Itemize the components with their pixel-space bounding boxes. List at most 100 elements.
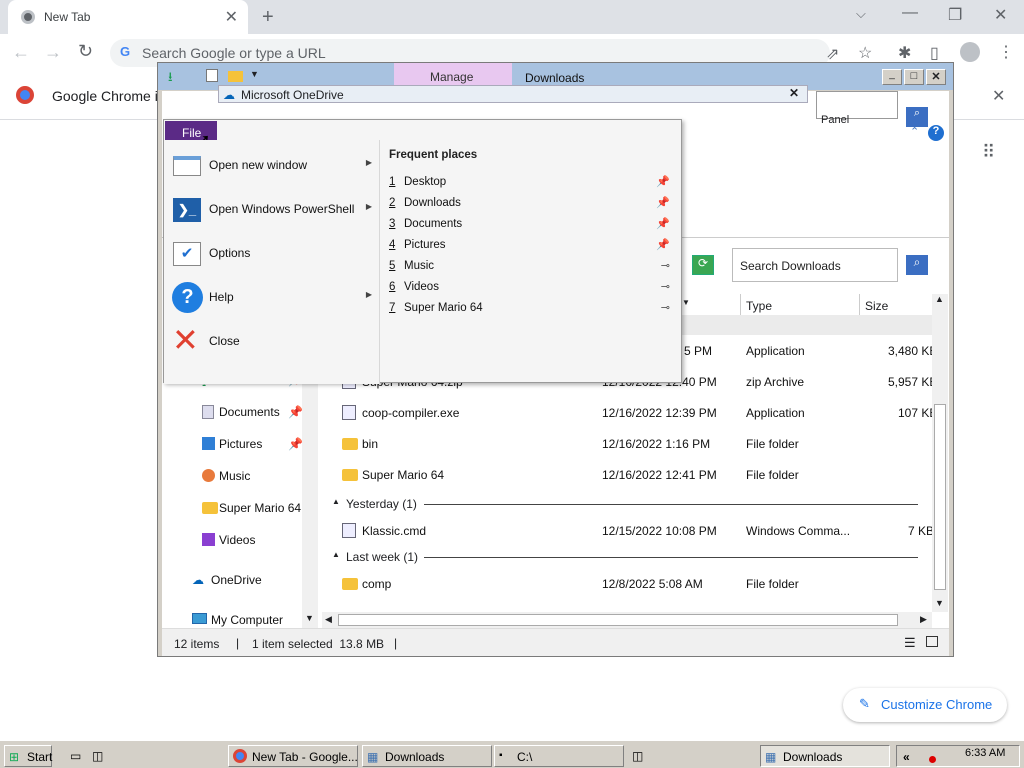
quicklaunch-explorer-icon[interactable]: ◫ bbox=[92, 745, 106, 767]
scroll-thumb[interactable] bbox=[934, 404, 946, 590]
taskbar-small-icon[interactable]: ◫ bbox=[632, 745, 646, 767]
pinned-icon[interactable]: 📌 bbox=[656, 196, 670, 209]
group-header-lastweek[interactable]: ▲ Last week (1) bbox=[332, 549, 926, 567]
frequent-place-downloads[interactable]: 2 Downloads 📌 bbox=[388, 193, 678, 214]
profile-avatar[interactable] bbox=[960, 42, 980, 62]
share-icon[interactable]: ⇗ bbox=[826, 44, 839, 64]
tray-record-icon[interactable] bbox=[929, 756, 936, 763]
pinned-icon[interactable]: 📌 bbox=[656, 238, 670, 251]
explorer-minimize-button[interactable]: _ bbox=[882, 69, 902, 85]
infobar-text: Google Chrome is bbox=[52, 88, 165, 104]
nav-item-music[interactable]: Music bbox=[162, 461, 312, 491]
frequent-place-music[interactable]: 5 Music ⊸ bbox=[388, 256, 678, 277]
unpinned-icon[interactable]: ⊸ bbox=[661, 301, 670, 314]
table-row[interactable]: bin 12/16/2022 1:16 PM File folder bbox=[322, 429, 922, 460]
frequent-place-pictures[interactable]: 4 Pictures 📌 bbox=[388, 235, 678, 256]
new-tab-icon[interactable]: + bbox=[262, 6, 274, 29]
quicklaunch-desktop-icon[interactable]: ▭ bbox=[70, 745, 84, 767]
scroll-thumb[interactable] bbox=[338, 614, 898, 626]
help-icon[interactable]: ? bbox=[928, 125, 944, 141]
nav-item-videos[interactable]: Videos bbox=[162, 525, 312, 555]
apps-grid-icon[interactable]: ⠿ bbox=[982, 142, 995, 163]
sort-arrow-icon[interactable]: ▼ bbox=[682, 298, 690, 307]
table-row[interactable]: Klassic.cmd 12/15/2022 10:08 PM Windows … bbox=[322, 516, 932, 547]
unpinned-icon[interactable]: ⊸ bbox=[661, 259, 670, 272]
taskbar-item-downloads[interactable]: ▦ Downloads bbox=[362, 745, 492, 767]
scroll-down-icon[interactable]: ▼ bbox=[935, 598, 944, 608]
nav-item-onedrive[interactable]: ☁ OneDrive bbox=[162, 565, 312, 595]
menu-item-help[interactable]: ? Help ▶ bbox=[164, 276, 380, 320]
close-window-icon[interactable]: ✕ bbox=[994, 5, 1007, 25]
scroll-up-icon[interactable]: ▲ bbox=[935, 294, 944, 304]
taskbar-item-downloads-active[interactable]: ▦ Downloads bbox=[760, 745, 890, 767]
menu-item-open-powershell[interactable]: ❯_ Open Windows PowerShell ▶ bbox=[164, 188, 380, 232]
scroll-down-icon[interactable]: ▼ bbox=[305, 613, 314, 623]
qat-properties-icon[interactable] bbox=[206, 69, 218, 82]
menu-kebab-icon[interactable]: ⋮ bbox=[998, 42, 1014, 62]
menu-item-close[interactable]: ✕ Close bbox=[164, 320, 380, 364]
tab-search-icon[interactable]: ⌵ bbox=[856, 6, 866, 22]
nav-scrollbar[interactable]: ▼ bbox=[302, 373, 318, 628]
explorer-icon: ▦ bbox=[765, 750, 777, 764]
refresh-icon[interactable]: ⟳ bbox=[692, 255, 714, 275]
side-panel-icon[interactable]: ▯ bbox=[930, 43, 939, 63]
bookmark-star-icon[interactable]: ☆ bbox=[858, 43, 872, 63]
group-header-yesterday[interactable]: ▲ Yesterday (1) bbox=[332, 496, 926, 514]
windows-logo-icon: ⊞ bbox=[9, 750, 20, 764]
onedrive-cloud-icon: ☁ bbox=[223, 88, 235, 102]
menu-item-open-new-window[interactable]: Open new window ▶ bbox=[164, 144, 380, 188]
scroll-right-icon[interactable]: ▶ bbox=[920, 614, 927, 625]
frequent-place-videos[interactable]: 6 Videos ⊸ bbox=[388, 277, 678, 298]
tab-new-tab[interactable]: New Tab ✕ bbox=[8, 0, 248, 34]
back-icon[interactable]: ← bbox=[12, 42, 30, 63]
table-row[interactable]: Super Mario 64 12/16/2022 12:41 PM File … bbox=[322, 460, 922, 491]
clock[interactable]: 6:33 AM bbox=[965, 747, 1005, 759]
tray-expand-icon[interactable]: « bbox=[903, 750, 910, 764]
restore-icon[interactable]: ❐ bbox=[948, 5, 962, 25]
search-input[interactable]: Search Downloads bbox=[732, 248, 898, 282]
extensions-icon[interactable]: ✱ bbox=[898, 43, 911, 63]
panel-search-icon[interactable]: ⌕ bbox=[906, 107, 928, 127]
close-tab-icon[interactable]: ✕ bbox=[225, 7, 238, 27]
taskbar-item-chrome[interactable]: New Tab - Google... bbox=[228, 745, 358, 767]
column-type[interactable]: Type bbox=[746, 299, 772, 313]
unpinned-icon[interactable]: ⊸ bbox=[661, 280, 670, 293]
menu-item-options[interactable]: ✔ Options bbox=[164, 232, 380, 276]
details-view-icon[interactable]: ☰ bbox=[904, 635, 916, 651]
table-row[interactable]: comp 12/8/2022 5:08 AM File folder bbox=[322, 569, 922, 600]
search-icon[interactable]: ⌕ bbox=[906, 255, 928, 275]
qat-download-icon[interactable]: ⭳ bbox=[168, 68, 173, 90]
minimize-icon[interactable]: — bbox=[902, 4, 918, 22]
pinned-icon[interactable]: 📌 bbox=[656, 175, 670, 188]
taskbar-item-cmd[interactable]: ▪ C:\ bbox=[494, 745, 624, 767]
explorer-maximize-button[interactable]: □ bbox=[904, 69, 924, 85]
infobar-close-icon[interactable]: ✕ bbox=[992, 86, 1005, 106]
taskbar-item-label: Downloads bbox=[385, 750, 445, 764]
explorer-close-button[interactable]: ✕ bbox=[926, 69, 946, 85]
frequent-place-documents[interactable]: 3 Documents 📌 bbox=[388, 214, 678, 235]
reload-icon[interactable]: ↻ bbox=[78, 41, 93, 62]
forward-icon[interactable]: → bbox=[44, 42, 62, 63]
table-row[interactable]: coop-compiler.exe 12/16/2022 12:39 PM Ap… bbox=[322, 398, 932, 429]
horizontal-scrollbar[interactable]: ◀ ▶ bbox=[322, 612, 932, 628]
pinned-icon[interactable]: 📌 bbox=[656, 217, 670, 230]
vertical-scrollbar[interactable]: ▲ ▼ bbox=[932, 294, 948, 612]
start-button[interactable]: ⊞ Start bbox=[4, 745, 52, 767]
customize-chrome-button[interactable]: ✎ Customize Chrome bbox=[843, 688, 1007, 722]
frequent-place-super-mario-64[interactable]: 7 Super Mario 64 ⊸ bbox=[388, 298, 678, 319]
google-icon: G bbox=[120, 44, 131, 59]
onedrive-close-icon[interactable]: ✕ bbox=[789, 86, 799, 100]
large-icons-view-icon[interactable] bbox=[926, 636, 938, 647]
qat-folder-icon[interactable] bbox=[228, 71, 243, 82]
nav-item-documents[interactable]: Documents 📌 bbox=[162, 397, 312, 427]
column-size[interactable]: Size bbox=[865, 299, 888, 313]
nav-item-pictures[interactable]: Pictures 📌 bbox=[162, 429, 312, 459]
frequent-place-desktop[interactable]: 1 Desktop 📌 bbox=[388, 172, 678, 193]
nav-item-super-mario-64[interactable]: Super Mario 64 bbox=[162, 493, 312, 523]
help-circle-icon: ? bbox=[172, 282, 203, 313]
scroll-left-icon[interactable]: ◀ bbox=[325, 614, 332, 625]
ribbon-collapse-icon[interactable]: ⌃ bbox=[910, 125, 919, 138]
qat-dropdown-icon[interactable]: ▼ bbox=[250, 69, 259, 79]
nav-item-my-computer[interactable]: My Computer bbox=[162, 605, 312, 628]
window-icon bbox=[173, 156, 201, 176]
